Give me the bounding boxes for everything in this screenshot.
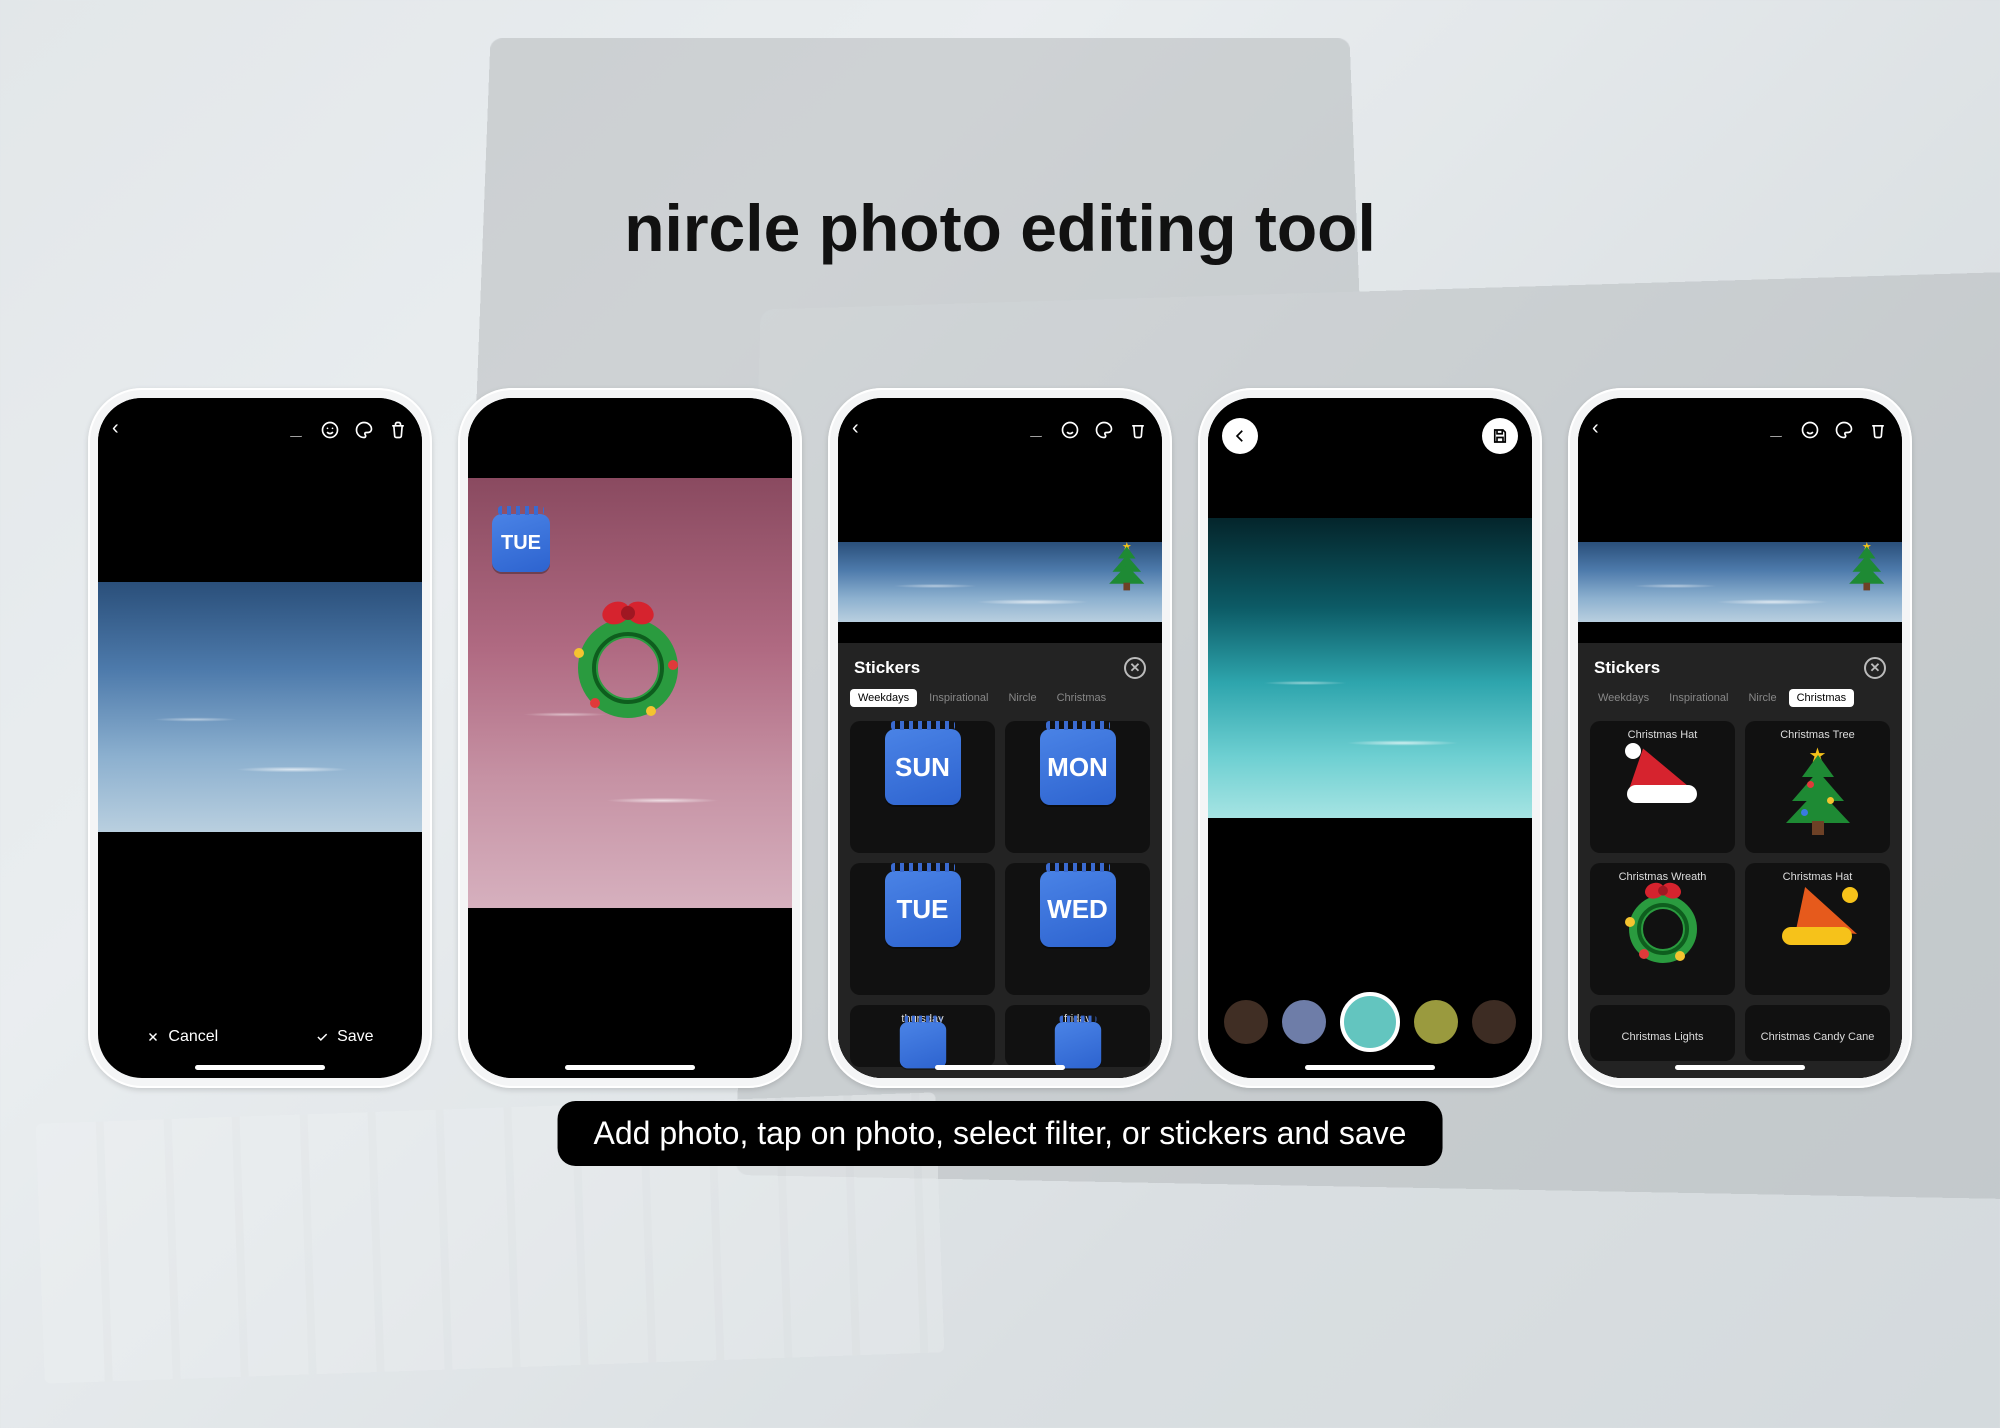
phone-mock-4 xyxy=(1198,388,1542,1088)
phone-mock-1: ‹ Cancel Save xyxy=(88,388,432,1088)
emoji-icon[interactable] xyxy=(320,420,340,440)
back-icon[interactable]: ‹ xyxy=(112,417,119,440)
filter-swatch-1[interactable] xyxy=(1282,1000,1326,1044)
home-indicator xyxy=(935,1065,1065,1070)
trash-icon[interactable] xyxy=(388,420,408,440)
panel-title: Stickers xyxy=(1594,658,1660,678)
wreath-icon xyxy=(1623,889,1703,969)
home-indicator xyxy=(1305,1065,1435,1070)
save-button[interactable]: Save xyxy=(315,1028,373,1046)
tab-inspirational[interactable]: Inspirational xyxy=(1661,689,1736,707)
close-panel-icon[interactable]: ✕ xyxy=(1124,657,1146,679)
home-indicator xyxy=(1675,1065,1805,1070)
palette-icon[interactable] xyxy=(354,420,374,440)
phone-row: ‹ Cancel Save xyxy=(0,388,2000,1088)
tree-icon: ★ xyxy=(1783,747,1853,835)
photo-canvas[interactable]: ★ Stickers ✕ Weekdays Inspirational Nirc… xyxy=(1578,442,1902,1078)
sticker-christmas-lights[interactable]: Christmas Lights xyxy=(1590,1005,1735,1061)
close-panel-icon[interactable]: ✕ xyxy=(1864,657,1886,679)
calendar-sticker-tue[interactable]: TUE xyxy=(492,514,550,572)
sticker-sunday[interactable]: sunday SUN xyxy=(850,721,995,853)
sticker-christmas-hat[interactable]: Christmas Hat xyxy=(1590,721,1735,853)
sticker-christmas-candy-cane[interactable]: Christmas Candy Cane xyxy=(1745,1005,1890,1061)
trash-icon[interactable] xyxy=(1868,420,1888,440)
sky-photo xyxy=(98,582,422,832)
sky-photo-teal xyxy=(1208,518,1532,818)
filter-swatch-3[interactable] xyxy=(1414,1000,1458,1044)
sticker-monday[interactable]: monday MON xyxy=(1005,721,1150,853)
stickers-panel: Stickers ✕ Weekdays Inspirational Nircle… xyxy=(1578,642,1902,1078)
sticker-tabs: Weekdays Inspirational Nircle Christmas xyxy=(838,689,1162,717)
filter-swatch-2-selected[interactable] xyxy=(1340,992,1400,1052)
sticker-grid: sunday SUN monday MON tuesday TUE wedn xyxy=(838,717,1162,1078)
sticker-christmas-hat-alt[interactable]: Christmas Hat xyxy=(1745,863,1890,995)
sticker-christmas-wreath[interactable]: Christmas Wreath xyxy=(1590,863,1735,995)
notch xyxy=(575,408,685,436)
tab-nircle[interactable]: Nircle xyxy=(1000,689,1044,707)
tab-nircle[interactable]: Nircle xyxy=(1740,689,1784,707)
tab-christmas[interactable]: Christmas xyxy=(1049,689,1115,707)
save-button[interactable] xyxy=(1482,418,1518,454)
save-label: Save xyxy=(337,1028,373,1046)
back-icon[interactable]: ‹ xyxy=(852,417,859,440)
notch xyxy=(1685,408,1795,436)
palette-icon[interactable] xyxy=(1094,420,1114,440)
sticker-wednesday[interactable]: wednesday WED xyxy=(1005,863,1150,995)
sticker-tabs: Weekdays Inspirational Nircle Christmas xyxy=(1578,689,1902,717)
photo-canvas[interactable] xyxy=(1208,398,1532,1078)
sticker-christmas-tree[interactable]: Christmas Tree ★ xyxy=(1745,721,1890,853)
tab-weekdays[interactable]: Weekdays xyxy=(850,689,917,707)
cancel-label: Cancel xyxy=(168,1028,218,1046)
sticker-friday[interactable]: friday xyxy=(1005,1005,1150,1067)
sticker-grid: Christmas Hat Christmas Tree ★ xyxy=(1578,717,1902,1078)
notch xyxy=(945,408,1055,436)
caption-bar: Add photo, tap on photo, select filter, … xyxy=(558,1101,1443,1166)
trash-icon[interactable] xyxy=(1128,420,1148,440)
tree-sticker: ★ xyxy=(1108,542,1147,590)
palette-icon[interactable] xyxy=(1834,420,1854,440)
phone-mock-3: ‹ ★ Stickers ✕ Weekdays xyxy=(828,388,1172,1088)
tab-weekdays[interactable]: Weekdays xyxy=(1590,689,1657,707)
emoji-icon[interactable] xyxy=(1060,420,1080,440)
check-icon xyxy=(315,1030,329,1044)
sticker-tuesday[interactable]: tuesday TUE xyxy=(850,863,995,995)
page-title: nircle photo editing tool xyxy=(0,190,2000,266)
emoji-icon[interactable] xyxy=(1800,420,1820,440)
filter-swatches xyxy=(1208,992,1532,1052)
back-button[interactable] xyxy=(1222,418,1258,454)
notch xyxy=(1315,408,1425,436)
stickers-panel: Stickers ✕ Weekdays Inspirational Nircle… xyxy=(838,642,1162,1078)
cancel-button[interactable]: Cancel xyxy=(146,1028,218,1046)
back-icon[interactable]: ‹ xyxy=(1592,417,1599,440)
santa-hat-icon xyxy=(1623,747,1703,807)
tab-christmas[interactable]: Christmas xyxy=(1789,689,1855,707)
tab-inspirational[interactable]: Inspirational xyxy=(921,689,996,707)
notch xyxy=(205,408,315,436)
sticker-thursday[interactable]: thursday xyxy=(850,1005,995,1067)
home-indicator xyxy=(195,1065,325,1070)
filter-swatch-0[interactable] xyxy=(1224,1000,1268,1044)
wreath-sticker[interactable] xyxy=(568,608,688,728)
photo-canvas[interactable]: ★ Stickers ✕ Weekdays Inspirational Nirc… xyxy=(838,442,1162,1078)
tree-sticker: ★ xyxy=(1848,542,1887,590)
filter-swatch-4[interactable] xyxy=(1472,1000,1516,1044)
photo-canvas[interactable]: TUE xyxy=(468,398,792,1078)
close-icon xyxy=(146,1030,160,1044)
phone-mock-5: ‹ ★ Stickers ✕ Weekdays xyxy=(1568,388,1912,1088)
panel-title: Stickers xyxy=(854,658,920,678)
phone-mock-2: TUE xyxy=(458,388,802,1088)
santa-hat-alt-icon xyxy=(1778,889,1858,949)
home-indicator xyxy=(565,1065,695,1070)
photo-canvas[interactable] xyxy=(98,442,422,996)
